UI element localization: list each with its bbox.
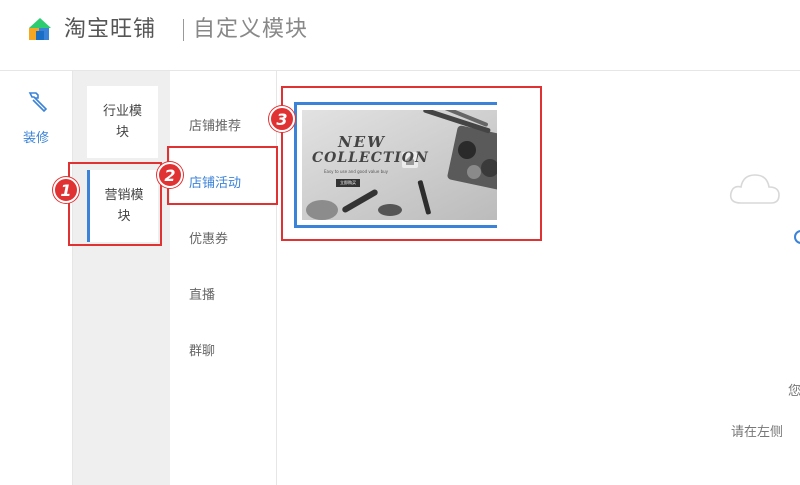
annotation-badge-2: 2 [157,162,183,188]
annotation-box-1 [68,162,162,246]
sub-category-list: 店铺推荐 店铺活动 优惠券 直播 群聊 [170,71,277,485]
annotation-badge-1: 1 [53,177,79,203]
sub-item-live[interactable]: 直播 [189,284,215,303]
annotation-box-2 [167,146,278,205]
category-label: 行业模块 [102,104,142,140]
hammer-icon[interactable] [24,89,50,115]
brand-title: 淘宝旺铺 [64,17,157,42]
left-rail: 装修 [0,71,73,485]
taobao-shop-logo-icon [29,18,51,40]
category-industry-module[interactable]: 行业模块 [87,86,158,158]
sub-item-coupon[interactable]: 优惠券 [189,228,228,247]
decorate-nav-label[interactable]: 装修 [0,127,72,146]
empty-hint-line2: 请在左侧 [731,425,784,440]
annotation-box-3 [281,86,542,241]
sub-item-shop-recommend[interactable]: 店铺推荐 [189,115,241,134]
page-title: 自定义模块 [193,17,309,42]
cloud-icon [729,174,780,204]
header-divider [183,19,184,41]
sub-item-group-chat[interactable]: 群聊 [189,340,215,359]
app-header: 淘宝旺铺 自定义模块 [0,0,800,71]
empty-hint-line1: 您 [788,384,800,399]
annotation-badge-3: 3 [269,106,295,132]
